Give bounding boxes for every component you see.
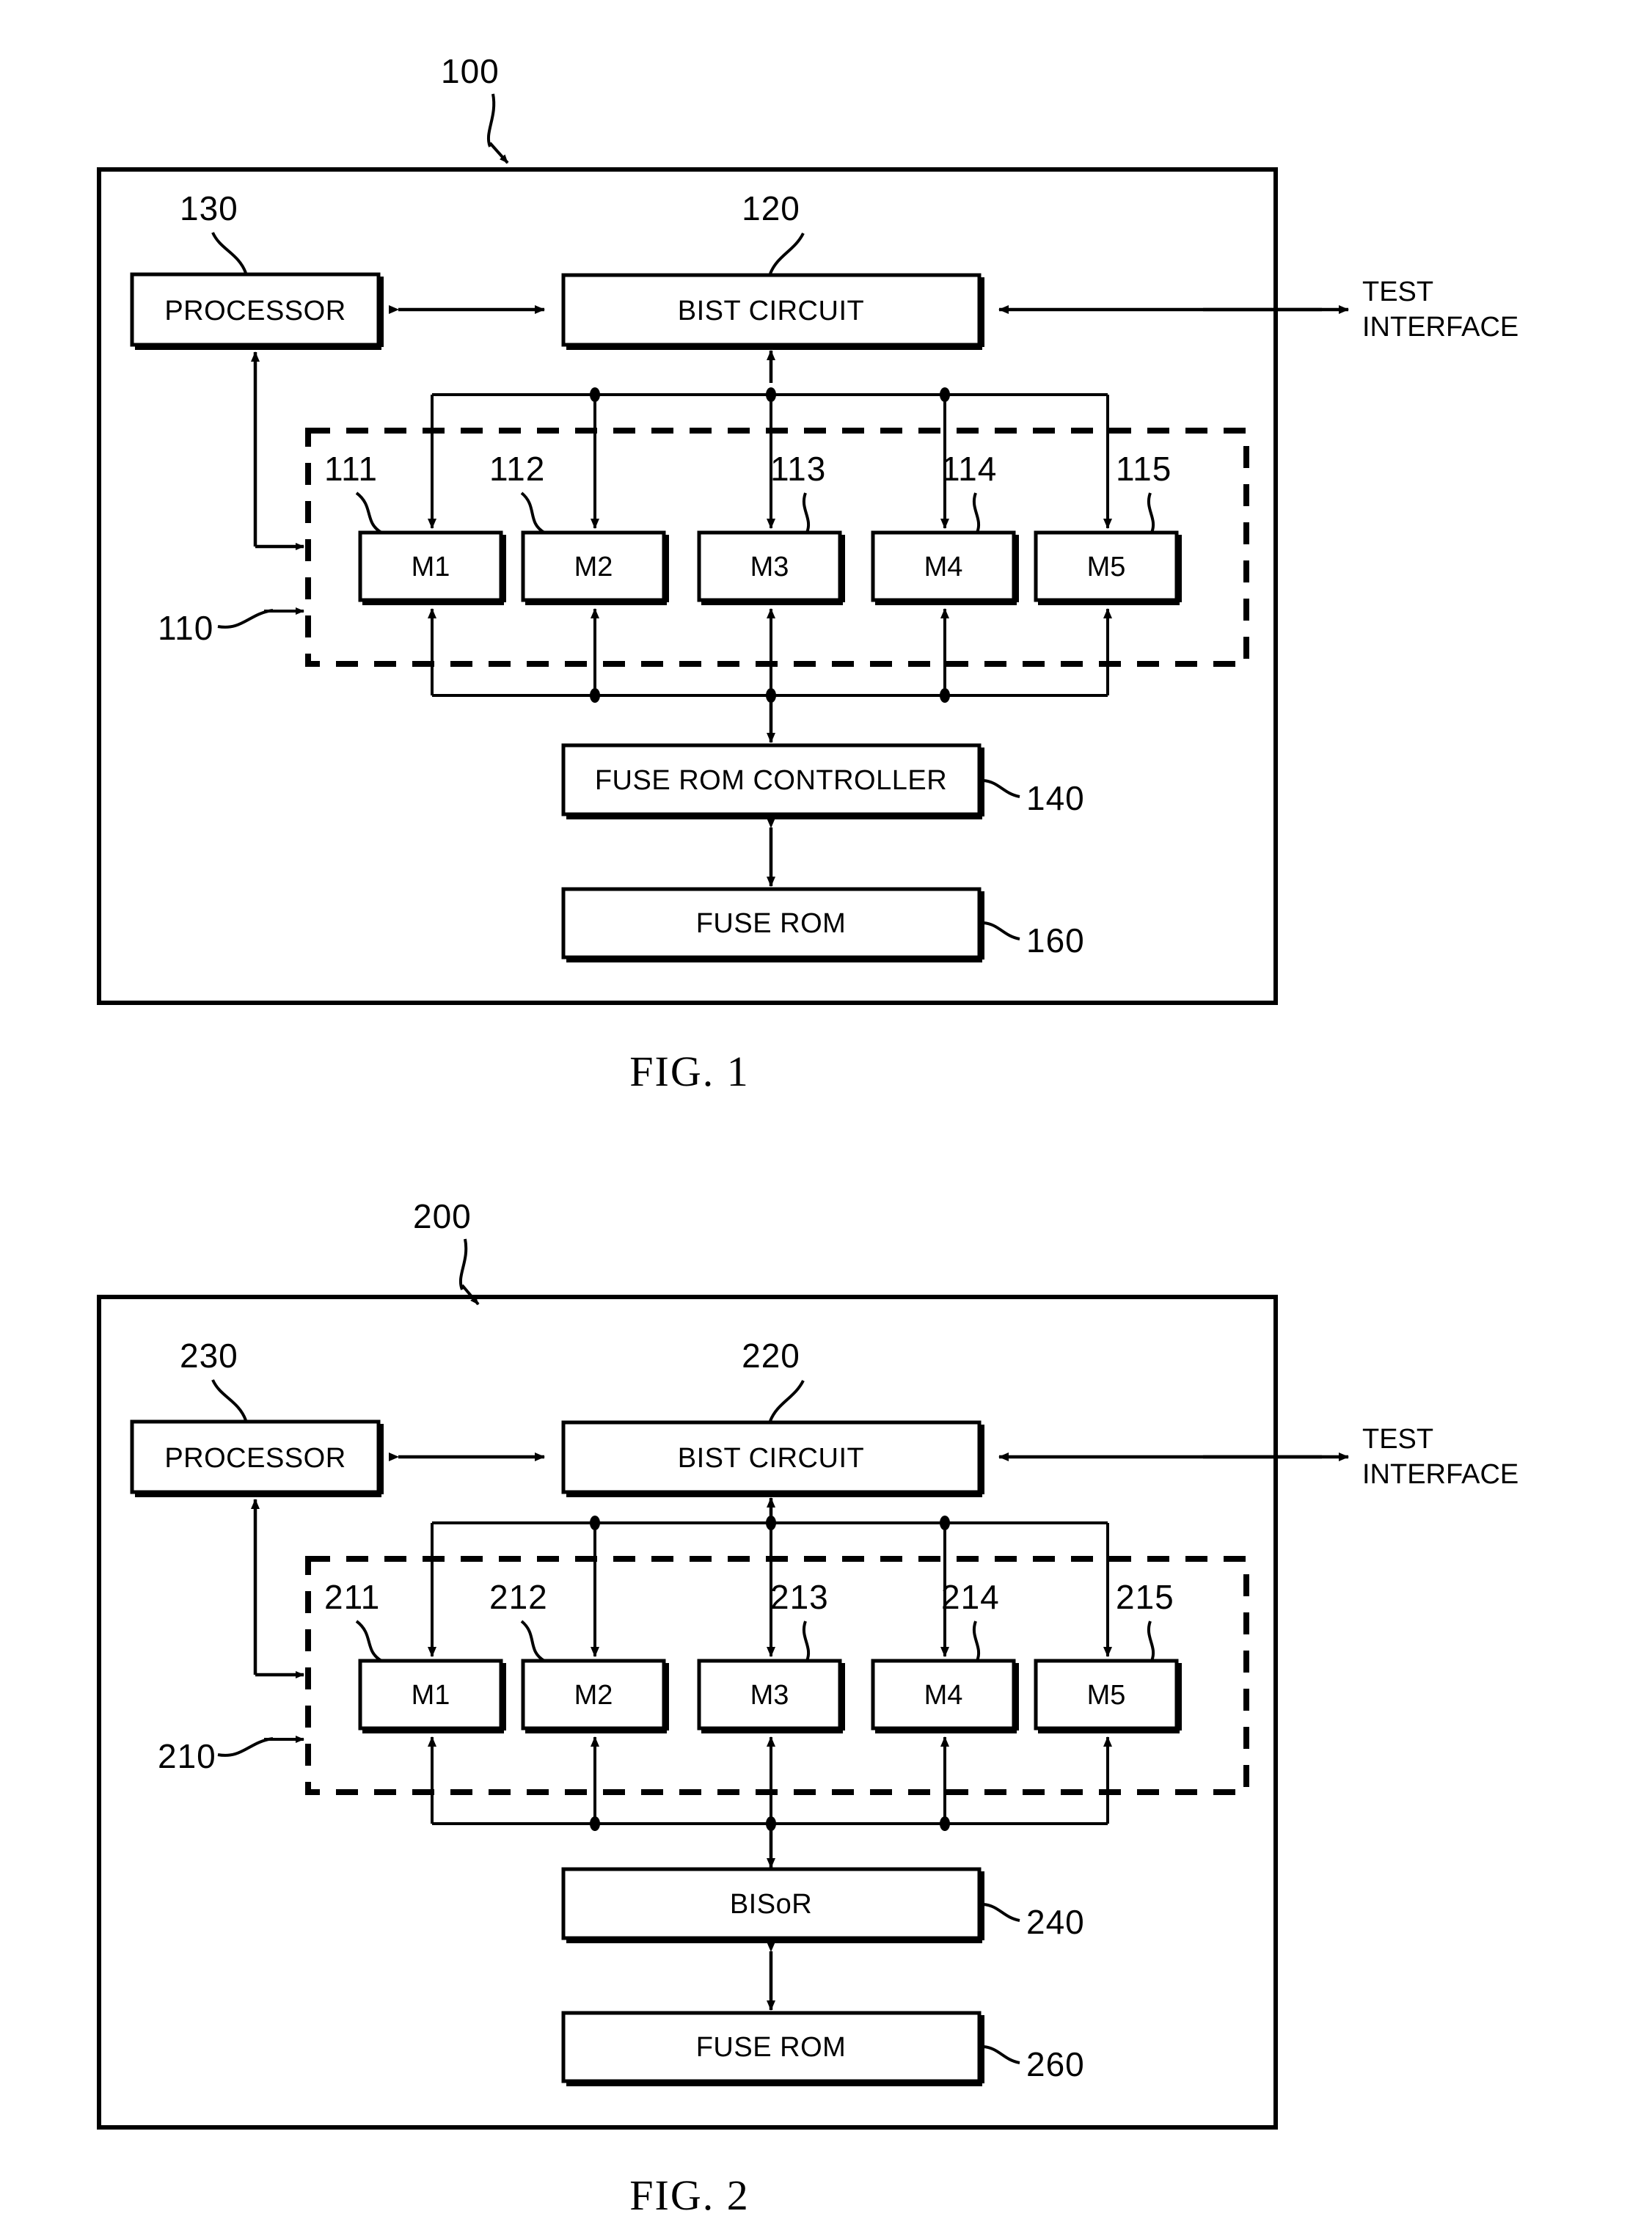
fig2-ref-220-leader xyxy=(769,1380,805,1422)
fig1-fuse-rom-controller-label: FUSE ROM CONTROLLER xyxy=(595,765,947,796)
fig1-ref-111: 111 xyxy=(324,450,378,488)
fig2-bus-top-junction-m3 xyxy=(766,1516,776,1530)
fig2-memory-m4: M4 xyxy=(871,1659,1019,1733)
fig1-memory-m5-label: M5 xyxy=(1087,552,1126,582)
fig1-ref-120-leader xyxy=(769,233,805,274)
fig1-ref-120: 120 xyxy=(742,189,800,227)
fig2-ref-200-leader xyxy=(458,1238,468,1290)
fig2-ref-215-leader xyxy=(1147,1620,1155,1662)
fig2-memory-m2: M2 xyxy=(521,1659,669,1733)
fig1-ref-100-leader xyxy=(486,93,496,147)
fig2-ref-200: 200 xyxy=(413,1197,472,1235)
fig1-ref-100-arrow xyxy=(489,142,509,164)
fig1-memory-m1-label: M1 xyxy=(412,552,450,582)
fig2-memory-m3: M3 xyxy=(697,1659,845,1733)
fig1-memory-m1: M1 xyxy=(358,530,506,605)
fig1-ref-113: 113 xyxy=(770,450,826,488)
fig1-ref-115-leader xyxy=(1147,492,1155,533)
fig2-bus-bot-junction-m2 xyxy=(590,1816,600,1831)
fig2-fuse-rom-label: FUSE ROM xyxy=(696,2032,847,2063)
fig1-ref-160: 160 xyxy=(1026,921,1085,960)
figure-1: 100 PROCESSOR 130 BIST CIRCUIT 120 TEST … xyxy=(97,52,1518,2219)
fig2-caption: FIG. 2 xyxy=(629,2171,749,2219)
fig1-bus-bot-junction-m4 xyxy=(940,688,950,703)
fig1-memory-m2-label: M2 xyxy=(574,552,613,582)
fig1-caption: FIG. 1 xyxy=(629,1048,749,1095)
fig2-ref-213-leader xyxy=(802,1620,811,1662)
fig2-ref-240: 240 xyxy=(1026,1903,1085,1941)
fig2-ref-240-leader xyxy=(983,1903,1020,1922)
fig1-processor-label: PROCESSOR xyxy=(164,296,346,326)
fig2-ref-211: 211 xyxy=(324,1578,380,1616)
fig2-ref-260-leader xyxy=(983,2045,1020,2064)
fig2-ref-210-leader xyxy=(217,1737,274,1757)
fig2-ref-215: 215 xyxy=(1116,1578,1174,1616)
fig2-ref-230: 230 xyxy=(180,1337,238,1375)
fig1-ref-114-leader xyxy=(972,492,981,533)
fig1-ref-100: 100 xyxy=(441,52,500,90)
fig2-memory-m4-label: M4 xyxy=(924,1680,963,1711)
fig2-bus-top-junction-m4 xyxy=(940,1516,950,1530)
fig1-ref-111-leader xyxy=(355,491,383,534)
fig2-memory-m5: M5 xyxy=(1034,1659,1182,1733)
fig1-bus-top-junction-m2 xyxy=(590,387,600,402)
fig2-ref-211-leader xyxy=(355,1620,383,1662)
fig2-ref-260: 260 xyxy=(1026,2045,1085,2083)
fig1-ref-110: 110 xyxy=(158,609,213,647)
fig2-bisor-label: BISoR xyxy=(730,1889,812,1920)
fig2-ref-214: 214 xyxy=(941,1578,1000,1616)
fig1-test-interface-line1: TEST xyxy=(1362,277,1433,307)
drawing-sheet: 100 PROCESSOR 130 BIST CIRCUIT 120 TEST … xyxy=(0,0,1652,2222)
fig1-ref-130: 130 xyxy=(180,189,238,227)
fig1-ref-140-leader xyxy=(983,779,1020,798)
fig1-ref-160-leader xyxy=(983,921,1020,940)
fig1-ref-140: 140 xyxy=(1026,779,1085,817)
fig2-test-interface-line2: INTERFACE xyxy=(1362,1459,1518,1490)
fig1-bist-label: BIST CIRCUIT xyxy=(678,296,864,326)
fig1-memory-m5: M5 xyxy=(1034,530,1182,605)
fig2-memory-m3-label: M3 xyxy=(750,1680,789,1711)
fig2-ref-214-leader xyxy=(972,1620,981,1662)
fig2-bist-label: BIST CIRCUIT xyxy=(678,1443,864,1474)
fig1-ref-110-leader xyxy=(217,609,274,629)
fig1-bus-top-junction-m3 xyxy=(766,387,776,402)
fig1-memory-m3-label: M3 xyxy=(750,552,789,582)
fig2-ref-210: 210 xyxy=(158,1737,216,1775)
fig1-ref-114: 114 xyxy=(941,450,997,488)
fig1-ref-130-leader xyxy=(211,232,247,274)
fig2-bus-bot-junction-m4 xyxy=(940,1816,950,1831)
fig1-memory-m4: M4 xyxy=(871,530,1019,605)
fig2-bus-top-junction-m2 xyxy=(590,1516,600,1530)
fig2-memory-m5-label: M5 xyxy=(1087,1680,1126,1711)
fig1-test-interface-line2: INTERFACE xyxy=(1362,312,1518,343)
fig1-ref-113-leader xyxy=(802,492,811,533)
fig2-ref-212: 212 xyxy=(489,1578,548,1616)
fig1-ref-112-leader xyxy=(520,491,546,534)
fig1-bus-bot-junction-m2 xyxy=(590,688,600,703)
fig2-ref-212-leader xyxy=(520,1620,546,1662)
fig1-memory-m2: M2 xyxy=(521,530,669,605)
fig1-fuse-rom-label: FUSE ROM xyxy=(696,908,847,939)
fig1-bus-top-junction-m4 xyxy=(940,387,950,402)
fig2-test-interface-line1: TEST xyxy=(1362,1424,1433,1455)
fig1-memory-m4-label: M4 xyxy=(924,552,963,582)
fig2-memory-m1-label: M1 xyxy=(412,1680,450,1711)
fig2-ref-213: 213 xyxy=(770,1578,829,1616)
fig1-ref-112: 112 xyxy=(489,450,545,488)
fig2-memory-m2-label: M2 xyxy=(574,1680,613,1711)
fig2-ref-230-leader xyxy=(211,1379,247,1421)
fig2-processor-label: PROCESSOR xyxy=(164,1443,346,1474)
fig1-memory-m3: M3 xyxy=(697,530,845,605)
fig1-ref-115: 115 xyxy=(1116,450,1172,488)
fig2-memory-m1: M1 xyxy=(358,1659,506,1733)
fig2-ref-220: 220 xyxy=(742,1337,800,1375)
